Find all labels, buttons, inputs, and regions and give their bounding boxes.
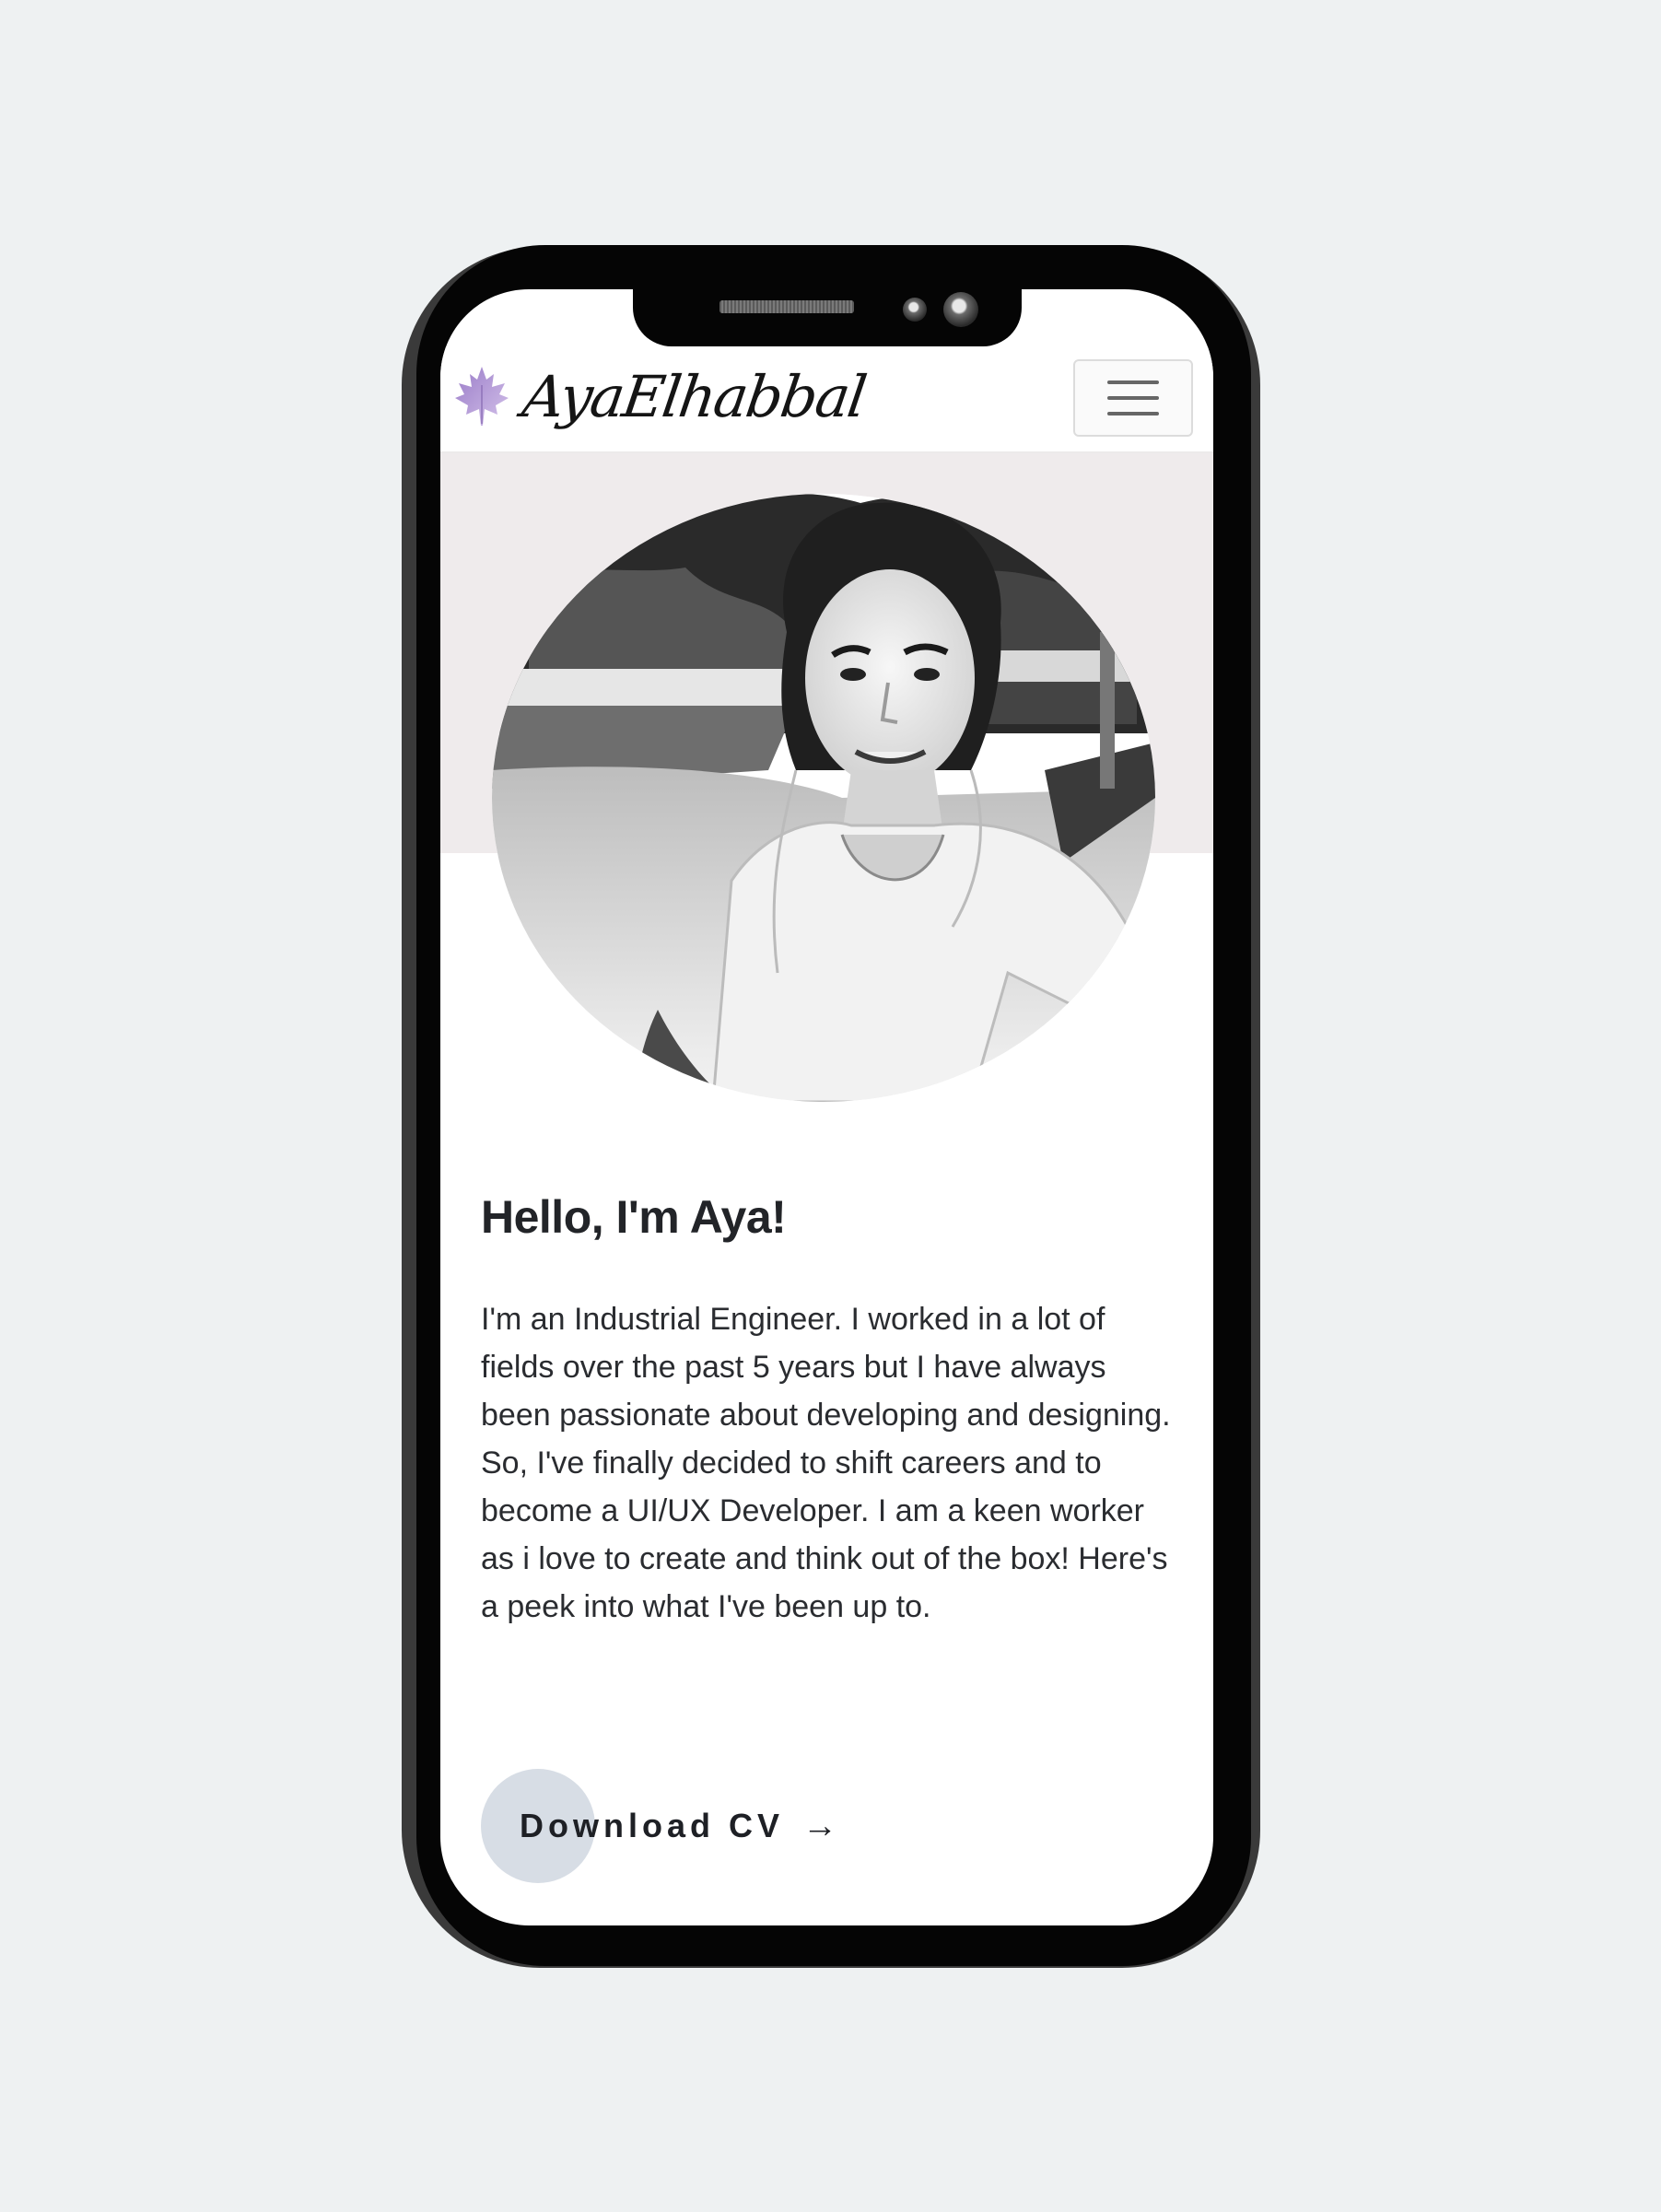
hamburger-menu-button[interactable]: [1073, 359, 1193, 437]
maple-leaf-icon: [455, 367, 509, 426]
brand-name: AyaElhabbal: [518, 362, 870, 430]
navbar: AyaElhabbal: [440, 346, 1213, 453]
bio-text: I'm an Industrial Engineer. I worked in …: [481, 1295, 1181, 1631]
arrow-right-icon: →: [802, 1806, 837, 1845]
profile-photo: [492, 494, 1155, 1102]
speaker-grille: [719, 300, 854, 313]
hamburger-menu-icon-line: [1107, 412, 1159, 415]
front-camera-icon: [943, 292, 978, 327]
phone-screen: AyaElhabbal Hello, I'm Aya! I'm an Indus…: [440, 289, 1213, 1925]
hamburger-menu-icon-line: [1107, 396, 1159, 400]
hamburger-menu-icon: [1107, 380, 1159, 384]
phone-notch: [633, 289, 1022, 346]
profile-photo-illustration: [492, 494, 1155, 1102]
download-cv-button[interactable]: Download CV →: [481, 1769, 837, 1883]
download-cv-label: Download CV: [520, 1807, 784, 1844]
bio-paragraph: So, I've finally decided to shift career…: [481, 1445, 1168, 1624]
greeting-heading: Hello, I'm Aya!: [481, 1191, 787, 1243]
front-sensor-icon: [903, 298, 927, 322]
brand-logo-link[interactable]: AyaElhabbal: [453, 359, 870, 433]
bio-paragraph: I'm an Industrial Engineer. I worked in …: [481, 1302, 1171, 1433]
